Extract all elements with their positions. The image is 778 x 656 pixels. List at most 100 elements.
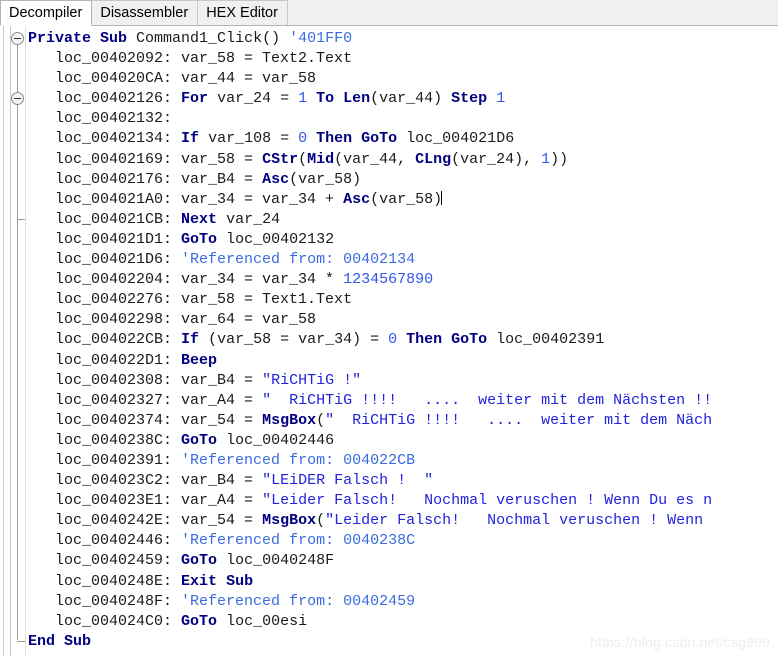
- code-token-pln: loc_00402308: var_B4 =: [55, 371, 263, 389]
- code-text[interactable]: Private Sub Command1_Click() '401FF0 loc…: [26, 26, 778, 656]
- code-token-kw: Mid: [307, 150, 335, 168]
- code-token-pln: [352, 130, 361, 147]
- code-token-pln: loc_004021D1:: [55, 230, 182, 248]
- code-token-pln: (var_24),: [451, 150, 542, 168]
- code-line: loc_004021CB: Next var_24: [28, 210, 778, 230]
- code-token-kw: GoTo: [451, 331, 488, 349]
- code-token-kw: Asc: [343, 190, 371, 208]
- code-token-pln: var_108 =: [199, 130, 299, 148]
- code-line: loc_004024C0: GoTo loc_00esi: [28, 612, 778, 632]
- code-token-pln: loc_004023C2: var_B4 =: [55, 472, 263, 490]
- code-line: loc_004021D1: GoTo loc_00402132: [28, 230, 778, 250]
- code-token-kw: GoTo: [181, 431, 218, 449]
- code-token-kw: GoTo: [361, 130, 398, 148]
- code-token-pln: loc_00402126:: [55, 90, 182, 108]
- code-line: End Sub: [28, 632, 778, 652]
- code-token-num: 1234567890: [343, 271, 434, 289]
- tab-bar: Decompiler Disassembler HEX Editor: [0, 0, 778, 26]
- code-token-kw: Sub: [64, 632, 92, 650]
- code-line: loc_00402446: 'Referenced from: 0040238C: [28, 531, 778, 551]
- code-token-num: 0: [298, 130, 308, 148]
- gutter-rail-right: [10, 26, 11, 656]
- code-editor-pane[interactable]: Private Sub Command1_Click() '401FF0 loc…: [0, 26, 778, 656]
- fold-toggle-for[interactable]: [11, 92, 24, 106]
- code-token-str: "LEiDER Falsch ! ": [262, 472, 434, 490]
- code-token-pln: loc_00402132:: [55, 110, 173, 128]
- code-token-kw: Sub: [100, 30, 128, 47]
- code-token-pln: loc_0040238C:: [55, 431, 182, 449]
- code-token-str: "Leider Falsch! Nochmal veruschen ! Wenn…: [262, 492, 713, 510]
- code-line: loc_004023E1: var_A4 = "Leider Falsch! N…: [28, 491, 778, 511]
- code-token-str: " RiCHTiG !!!! .... weiter mit dem Nächs…: [262, 391, 713, 409]
- gutter-rail-left: [3, 26, 4, 656]
- code-token-kw: CStr: [262, 150, 299, 168]
- code-line: loc_00402374: var_54 = MsgBox(" RiCHTiG …: [28, 411, 778, 431]
- code-line: loc_00402176: var_B4 = Asc(var_58): [28, 170, 778, 190]
- code-line: loc_00402204: var_34 = var_34 * 12345678…: [28, 270, 778, 290]
- code-token-pln: loc_00402134:: [55, 130, 182, 148]
- code-line: loc_00402308: var_B4 = "RiCHTiG !": [28, 371, 778, 391]
- code-token-num: 1: [496, 90, 506, 108]
- code-token-num: 1: [298, 90, 308, 108]
- code-token-kw: Asc: [262, 170, 290, 188]
- code-token-pln: loc_00402132: [217, 230, 335, 248]
- code-token-pln: loc_004021A0: var_34 = var_34 +: [55, 190, 344, 208]
- tab-decompiler[interactable]: Decompiler: [0, 0, 93, 26]
- code-token-pln: )): [550, 150, 569, 168]
- code-token-kw: End: [28, 632, 56, 650]
- code-token-pln: (var_44,: [334, 150, 416, 168]
- code-token-str: "Leider Falsch! Nochmal veruschen ! Wenn: [325, 512, 704, 530]
- text-caret: [441, 190, 443, 205]
- code-token-pln: loc_00402446:: [55, 532, 182, 550]
- code-token-pln: (var_44): [370, 90, 452, 108]
- code-token-kw: MsgBox: [262, 512, 317, 530]
- code-token-pln: [334, 90, 343, 107]
- code-token-kw: For: [181, 90, 209, 108]
- code-token-cmt: 'Referenced from: 00402459: [181, 592, 416, 610]
- code-token-str: "RiCHTiG !": [262, 371, 362, 389]
- fold-end-marker: [17, 218, 25, 220]
- code-token-pln: loc_0040248E:: [55, 572, 182, 590]
- code-line: loc_00402327: var_A4 = " RiCHTiG !!!! ..…: [28, 391, 778, 411]
- code-token-pln: loc_0040248F: [217, 552, 335, 570]
- code-token-num: 0: [388, 331, 398, 349]
- code-token-pln: var_24: [217, 210, 281, 228]
- code-token-pln: loc_00402327: var_A4 =: [55, 391, 263, 409]
- code-token-pln: loc_0040248F:: [55, 592, 182, 610]
- code-token-pln: (: [298, 150, 308, 168]
- code-line: loc_004021A0: var_34 = var_34 + Asc(var_…: [28, 190, 778, 210]
- code-token-kw: If: [181, 331, 200, 349]
- code-line: loc_00402169: var_58 = CStr(Mid(var_44, …: [28, 150, 778, 170]
- code-token-pln: (var_58 = var_34) =: [199, 331, 389, 349]
- code-token-num: 1: [541, 150, 551, 168]
- code-token-kw: Then: [406, 331, 443, 349]
- code-line: loc_004021D6: 'Referenced from: 00402134: [28, 250, 778, 270]
- code-token-pln: loc_004022D1:: [55, 351, 182, 369]
- code-token-pln: loc_004021CB:: [55, 210, 182, 228]
- code-token-kw: Next: [181, 210, 218, 228]
- code-token-pln: loc_00esi: [217, 612, 308, 630]
- code-token-kw: MsgBox: [262, 411, 317, 429]
- code-token-pln: [442, 331, 451, 348]
- code-line: loc_0040248F: 'Referenced from: 00402459: [28, 592, 778, 612]
- code-line: loc_00402126: For var_24 = 1 To Len(var_…: [28, 89, 778, 109]
- fold-toggle-sub[interactable]: [11, 32, 24, 45]
- code-token-kw: GoTo: [181, 612, 218, 630]
- code-token-kw: Exit: [181, 572, 218, 590]
- code-token-kw: Sub: [226, 572, 254, 590]
- code-token-pln: loc_00402176: var_B4 =: [55, 170, 263, 188]
- code-token-pln: loc_00402204: var_34 = var_34 *: [55, 271, 344, 289]
- code-token-pln: loc_00402374: var_54 =: [55, 411, 263, 429]
- code-token-pln: [397, 331, 406, 348]
- decompiler-window: Decompiler Disassembler HEX Editor Priva…: [0, 0, 778, 656]
- tab-hex-editor[interactable]: HEX Editor: [198, 0, 288, 25]
- code-token-pln: [55, 633, 64, 650]
- code-token-str: " RiCHTiG !!!! .... weiter mit dem Näch: [325, 411, 713, 429]
- code-token-pln: (: [316, 512, 326, 530]
- code-token-pln: loc_00402391: [487, 331, 605, 349]
- fold-end-marker: [17, 641, 25, 642]
- fold-gutter[interactable]: [0, 26, 26, 656]
- code-token-pln: loc_0040242E: var_54 =: [55, 512, 263, 530]
- tab-disassembler[interactable]: Disassembler: [92, 0, 199, 25]
- code-token-pln: loc_00402169: var_58 =: [55, 150, 263, 168]
